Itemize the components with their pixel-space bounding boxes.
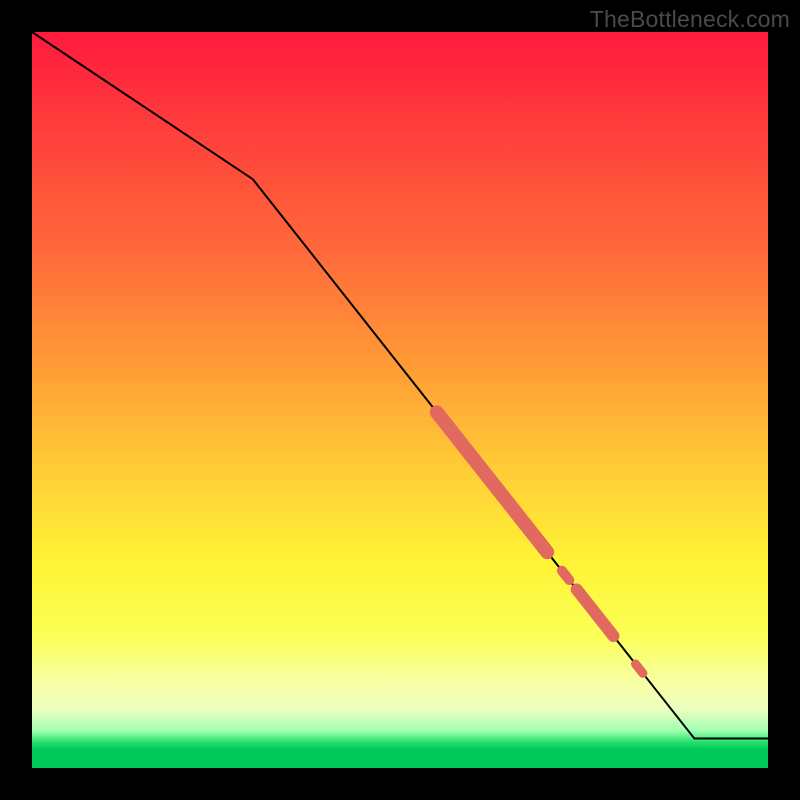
highlight-band-a [437,412,547,552]
curve-line [32,32,768,739]
watermark-text: TheBottleneck.com [590,6,790,33]
highlight-band-b [577,589,614,636]
plot-area [32,32,768,768]
highlight-dot-a [562,571,569,580]
chart-stage: TheBottleneck.com [0,0,800,800]
chart-overlay [32,32,768,768]
highlight-dot-b [636,664,643,673]
highlight-group [437,412,643,673]
